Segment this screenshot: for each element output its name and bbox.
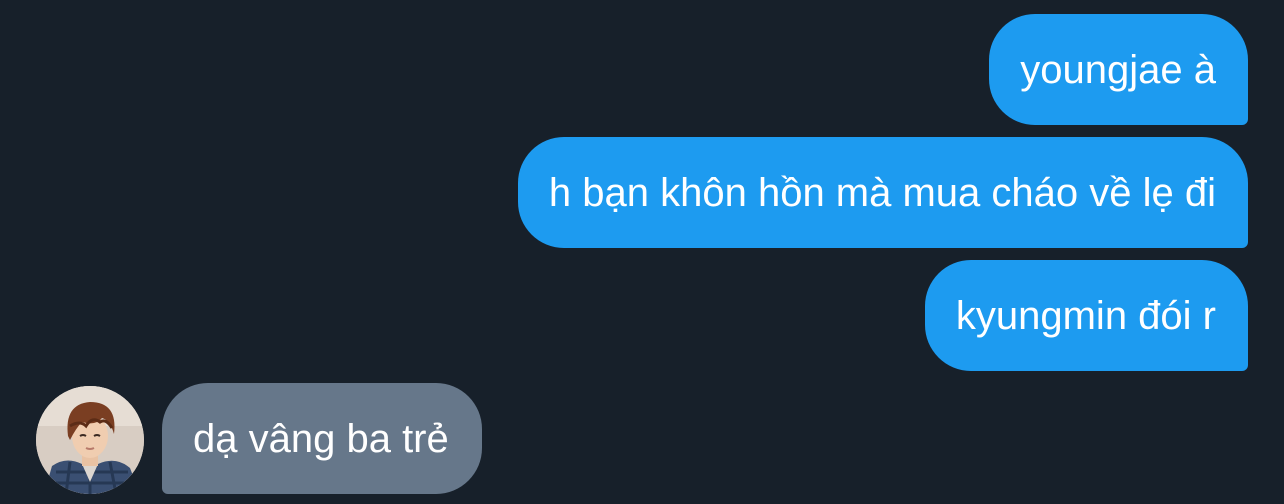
dm-conversation: { "conversation": { "messages": [ { "dir… bbox=[0, 0, 1284, 504]
received-message-bubble[interactable]: dạ vâng ba trẻ bbox=[162, 383, 482, 494]
message-text: dạ vâng ba trẻ bbox=[193, 416, 449, 461]
sent-message-bubble[interactable]: h bạn khôn hồn mà mua cháo về lẹ đi bbox=[517, 137, 1248, 248]
sent-message-bubble[interactable]: youngjae à bbox=[989, 14, 1248, 125]
sender-avatar[interactable] bbox=[36, 386, 144, 494]
message-text: kyungmin đói r bbox=[955, 293, 1216, 338]
message-text: youngjae à bbox=[1020, 47, 1216, 92]
message-text: h bạn khôn hồn mà mua cháo về lẹ đi bbox=[548, 170, 1216, 215]
user-avatar-icon bbox=[36, 386, 144, 494]
sent-message-bubble[interactable]: kyungmin đói r bbox=[924, 260, 1248, 371]
